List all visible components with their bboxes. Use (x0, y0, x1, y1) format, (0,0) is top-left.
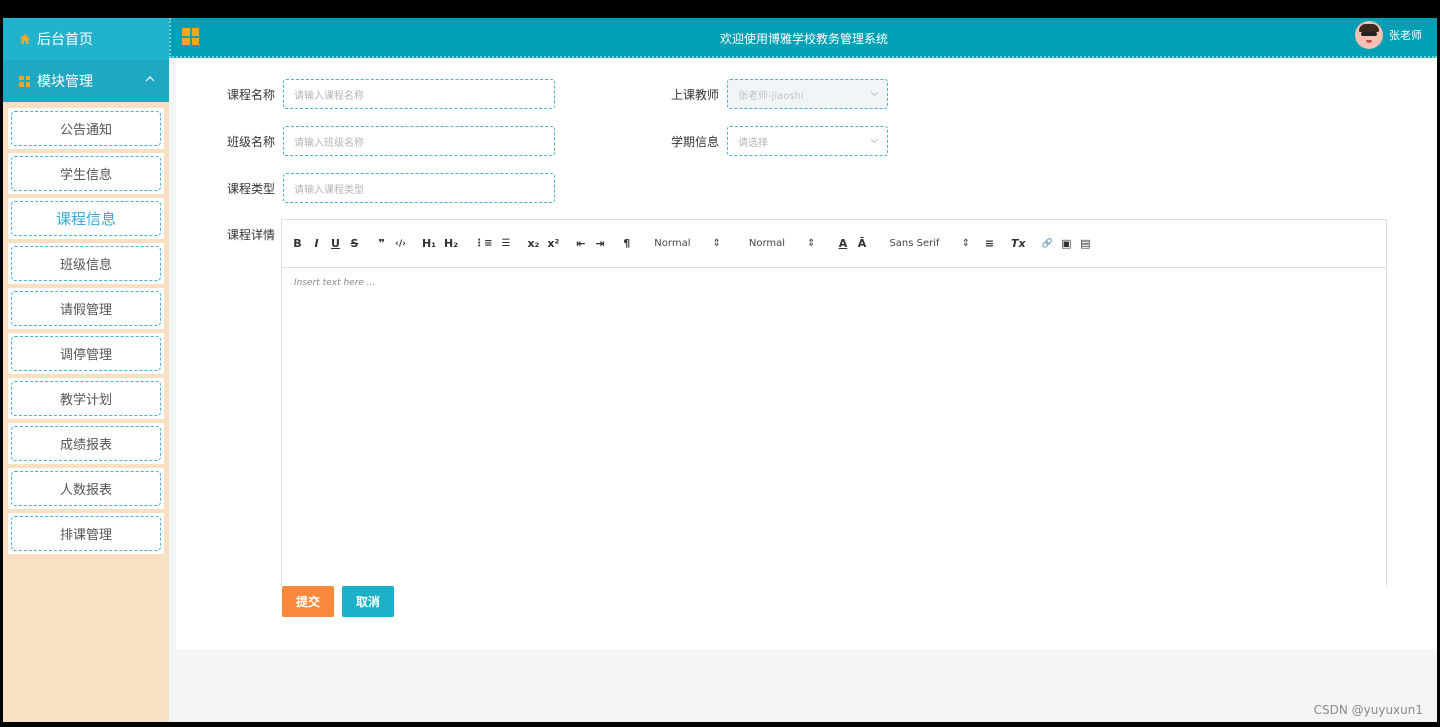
code-block-button[interactable]: ‹/› (395, 239, 406, 249)
select-arrows-icon: ⇕ (712, 238, 721, 249)
font-color-button[interactable]: A (837, 237, 848, 250)
ordered-list-button[interactable]: ⋮≡ (474, 238, 492, 249)
semester-select[interactable]: 请选择 (727, 126, 888, 156)
bullet-list-button[interactable]: ☰ (500, 238, 511, 249)
clean-format-button[interactable]: Tx (1011, 237, 1026, 250)
page-title: 欢迎使用博雅学校教务管理系统 (719, 32, 888, 46)
font-select-value: Sans Serif (889, 238, 940, 249)
cancel-button[interactable]: 取消 (342, 586, 395, 617)
outdent-button[interactable]: ⇤ (575, 237, 586, 250)
class-name-input[interactable]: 请输入班级名称 (283, 126, 555, 156)
sidebar-item-classes[interactable]: 班级信息 (8, 243, 164, 284)
sidebar-item-headcount-report[interactable]: 人数报表 (8, 468, 164, 509)
rich-text-editor: B I U S ❞ ‹/› H₁ H₂ ⋮≡ ☰ x₂ x² ⇤ ⇥ ¶ Nor… (281, 219, 1387, 586)
editor-placeholder: Insert text here ... (294, 278, 376, 288)
image-button[interactable]: ▣ (1061, 237, 1072, 250)
sidebar-menu: 公告通知 学生信息 课程信息 班级信息 请假管理 调停管理 教学计划 成绩报表 … (3, 102, 169, 554)
video-button[interactable]: ▤ (1080, 237, 1091, 250)
watermark: CSDN @yuyuxun1 (1313, 703, 1423, 717)
sidebar-item-label: 请假管理 (11, 291, 161, 326)
font-select[interactable]: Sans Serif ⇕ (889, 238, 970, 249)
sidebar-module-label: 模块管理 (37, 74, 93, 90)
submit-button[interactable]: 提交 (282, 586, 335, 617)
sidebar-item-label: 成绩报表 (11, 426, 161, 461)
sidebar-item-announcements[interactable]: 公告通知 (8, 108, 164, 149)
sidebar-item-suspend[interactable]: 调停管理 (8, 333, 164, 374)
size-select-value: Normal (654, 238, 691, 249)
editor-toolbar: B I U S ❞ ‹/› H₁ H₂ ⋮≡ ☰ x₂ x² ⇤ ⇥ ¶ Nor… (282, 220, 1386, 268)
size-select[interactable]: Normal ⇕ (654, 238, 721, 249)
blockquote-button[interactable]: ❞ (376, 237, 387, 250)
sidebar-item-label: 班级信息 (11, 246, 161, 281)
sidebar-item-courses[interactable]: 课程信息 (8, 198, 164, 239)
sidebar-module-toggle[interactable]: 模块管理 (3, 60, 169, 102)
form-card: 课程名称 请输入课程名称 上课教师 张老师-jiaoshi 班级名称 请输入班级… (176, 58, 1437, 649)
grid-icon (19, 75, 30, 87)
sidebar-home[interactable]: 后台首页 (3, 18, 169, 60)
class-name-placeholder: 请输入班级名称 (294, 137, 364, 149)
sidebar-item-students[interactable]: 学生信息 (8, 153, 164, 194)
subscript-button[interactable]: x₂ (527, 237, 539, 250)
select-arrows-icon: ⇕ (961, 238, 970, 249)
user-name: 张老师 (1389, 29, 1422, 42)
sidebar-item-label: 课程信息 (11, 201, 161, 236)
top-header: 欢迎使用博雅学校教务管理系统 张老师 (169, 18, 1437, 58)
superscript-button[interactable]: x² (547, 237, 559, 250)
sidebar-item-label: 调停管理 (11, 336, 161, 371)
sidebar-item-label: 学生信息 (11, 156, 161, 191)
sidebar: 后台首页 模块管理 公告通知 学生信息 课程信息 班级信息 请假管理 调停管理 … (3, 18, 169, 722)
user-menu[interactable]: 张老师 (1355, 21, 1422, 49)
sidebar-item-label: 排课管理 (11, 516, 161, 551)
header-select[interactable]: Normal ⇕ (749, 238, 816, 249)
course-name-input[interactable]: 请输入课程名称 (283, 79, 555, 109)
sidebar-item-label: 教学计划 (11, 381, 161, 416)
sidebar-item-scheduling[interactable]: 排课管理 (8, 513, 164, 554)
course-type-label: 课程类型 (226, 181, 275, 196)
sidebar-item-label: 公告通知 (11, 111, 161, 146)
course-type-placeholder: 请输入课程类型 (294, 184, 364, 196)
course-name-label: 课程名称 (226, 87, 275, 102)
align-button[interactable]: ≡ (984, 237, 995, 250)
underline-button[interactable]: U (330, 237, 341, 250)
select-arrows-icon: ⇕ (807, 238, 816, 249)
semester-placeholder: 请选择 (738, 137, 768, 149)
home-icon (20, 34, 30, 44)
chevron-down-icon (870, 91, 879, 97)
teacher-row: 上课教师 张老师-jiaoshi (669, 79, 888, 109)
teacher-select: 张老师-jiaoshi (727, 79, 888, 109)
semester-row: 学期信息 请选择 (669, 126, 888, 156)
sidebar-item-teaching-plan[interactable]: 教学计划 (8, 378, 164, 419)
h2-button[interactable]: H₂ (444, 237, 458, 250)
chevron-up-icon (145, 76, 155, 82)
course-type-input[interactable]: 请输入课程类型 (283, 173, 555, 203)
sidebar-item-leave[interactable]: 请假管理 (8, 288, 164, 329)
editor-content-area[interactable]: Insert text here ... (282, 268, 1386, 298)
details-label-row: 课程详情 (225, 226, 283, 243)
course-name-placeholder: 请输入课程名称 (294, 90, 364, 102)
italic-button[interactable]: I (311, 237, 322, 250)
details-label: 课程详情 (226, 228, 275, 242)
link-button[interactable]: 🔗 (1042, 239, 1053, 249)
sidebar-home-label: 后台首页 (37, 32, 93, 48)
bold-button[interactable]: B (292, 237, 303, 250)
chevron-down-icon (870, 138, 879, 144)
app-frame: 后台首页 模块管理 公告通知 学生信息 课程信息 班级信息 请假管理 调停管理 … (3, 18, 1437, 722)
semester-label: 学期信息 (670, 134, 719, 149)
form-actions: 提交 取消 (282, 586, 395, 617)
course-type-row: 课程类型 请输入课程类型 (225, 173, 555, 203)
background-color-button[interactable]: Ā (856, 237, 867, 250)
class-name-row: 班级名称 请输入班级名称 (225, 126, 555, 156)
teacher-value: 张老师-jiaoshi (738, 90, 804, 102)
teacher-label: 上课教师 (670, 87, 719, 102)
class-name-label: 班级名称 (226, 134, 275, 149)
strike-button[interactable]: S (349, 237, 360, 250)
indent-button[interactable]: ⇥ (594, 237, 605, 250)
text-direction-button[interactable]: ¶ (621, 237, 632, 250)
sidebar-item-label: 人数报表 (11, 471, 161, 506)
avatar (1355, 21, 1383, 49)
header-select-value: Normal (748, 238, 786, 249)
course-name-row: 课程名称 请输入课程名称 (225, 79, 555, 109)
sidebar-item-grade-report[interactable]: 成绩报表 (8, 423, 164, 464)
h1-button[interactable]: H₁ (422, 237, 436, 250)
